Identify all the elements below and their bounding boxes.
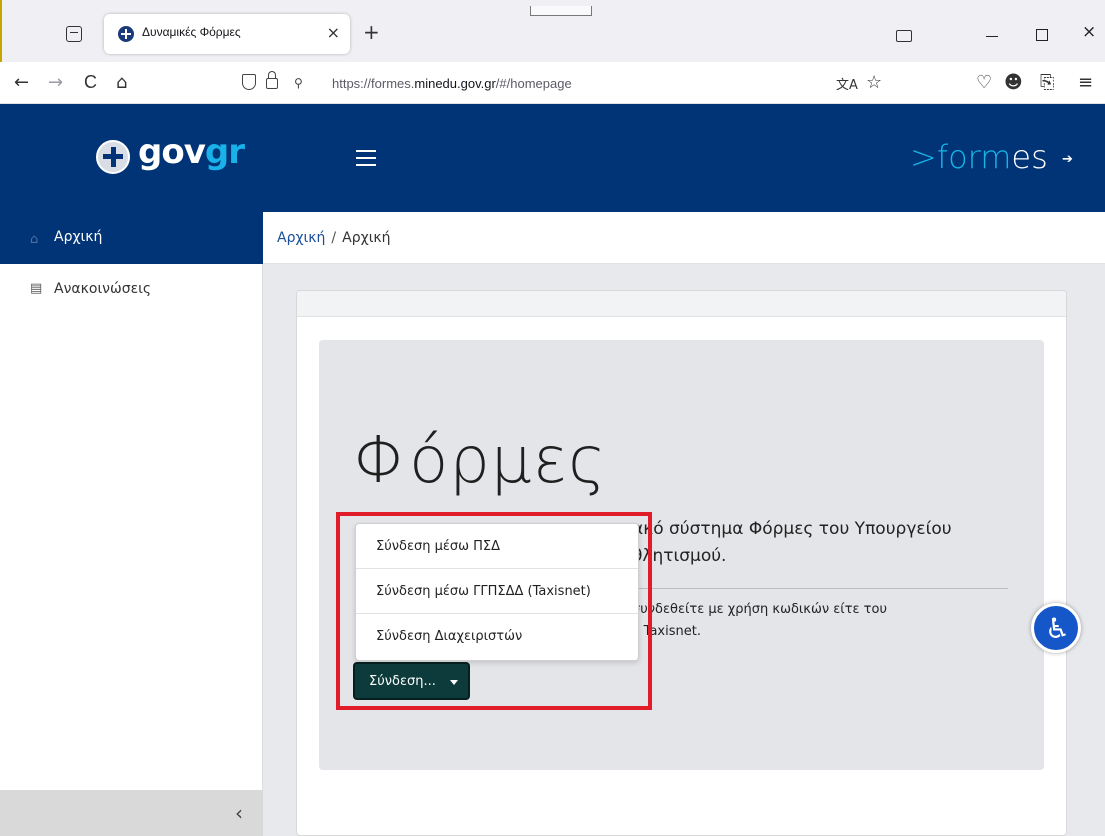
sidebar: ⌂ Αρχική ▤ Ανακοινώσεις ‹ [0,212,263,836]
description-line: συνδεθείτε με χρήση κωδικών είτε του [632,602,887,617]
url-prefix: https://formes. [332,76,415,91]
gov-gr-logo[interactable]: govgr [138,132,245,172]
book-icon: ▤ [30,281,43,296]
url-text: https://formes.minedu.gov.gr/#/homepage [332,76,572,91]
breadcrumb: Αρχική / Αρχική [277,230,391,246]
account-icon[interactable]: ☻ [1004,72,1023,93]
breadcrumb-separator: / [331,230,337,246]
sidebar-item-announcements[interactable]: ▤ Ανακοινώσεις [0,264,263,316]
formes-logo-chevron: > [910,138,937,176]
translate-icon[interactable]: 文A [836,74,858,93]
gov-logo-accent: gr [204,132,245,172]
gov-logo-main: gov [138,132,206,172]
maximize-window-button[interactable] [1036,29,1048,41]
gov-emblem-icon [96,140,130,174]
close-window-button[interactable]: × [1082,22,1096,42]
tracking-protection-icon[interactable] [242,74,256,90]
picture-in-picture-icon[interactable] [896,30,912,42]
accessibility-button[interactable]: ♿ [1031,603,1081,653]
site-favicon-icon [118,26,134,42]
extensions-icon[interactable]: ⎘ [1040,72,1054,93]
formes-logo-rm: rm [967,138,1012,176]
divider [636,588,1008,589]
chevron-left-icon: ‹ [235,801,243,825]
lock-icon[interactable] [266,71,278,89]
sidebar-item-home[interactable]: ⌂ Αρχική [0,212,263,264]
app-menu-icon[interactable]: ≡ [1078,72,1093,93]
tab-list-icon[interactable] [66,26,82,42]
address-bar[interactable]: ⚲ https://formes.minedu.gov.gr/#/homepag… [232,66,884,100]
lead-text-line: ακό σύστημα Φόρμες του Υπουργείου [632,519,952,539]
menu-toggle-icon[interactable] [356,150,376,166]
browser-nav-bar: ← → C ⌂ ⚲ https://formes.minedu.gov.gr/#… [0,62,1105,104]
url-path: /#/homepage [495,76,572,91]
tab-title: Δυναμικές Φόρμες [142,25,241,39]
browser-tab-active[interactable]: Δυναμικές Φόρμες × [104,14,350,54]
red-highlight-annotation [336,512,652,710]
forward-button[interactable]: → [48,72,63,93]
pocket-icon[interactable]: ♡ [976,72,992,93]
formes-logo-fo: fo [936,138,968,176]
home-icon: ⌂ [30,232,39,247]
sidebar-collapse-button[interactable]: ‹ [0,790,263,836]
card-header [297,291,1066,317]
breadcrumb-current: Αρχική [342,230,391,246]
browser-tab-bar: Δυναμικές Φόρμες × + × [0,0,1105,62]
window-edge [0,0,2,62]
formes-logo-es: es [1011,138,1048,176]
tab-close-icon[interactable]: × [327,23,340,42]
page-title: Φόρμες [353,424,607,498]
url-domain: minedu.gov.gr [414,76,496,91]
back-button[interactable]: ← [14,72,29,93]
new-tab-button[interactable]: + [363,20,380,44]
window-drag-handle[interactable] [530,6,592,16]
accessibility-icon: ♿ [1045,612,1071,645]
site-header: govgr >formes ➔ [0,104,1105,212]
breadcrumb-link-home[interactable]: Αρχική [277,230,325,246]
sign-in-icon[interactable]: ➔ [1062,152,1073,167]
formes-logo[interactable]: >formes [910,138,1048,176]
reload-button[interactable]: C [84,72,97,93]
home-button[interactable]: ⌂ [116,72,127,93]
sidebar-item-label: Αρχική [54,229,103,245]
minimize-window-button[interactable] [986,36,998,38]
sidebar-item-label: Ανακοινώσεις [54,281,152,297]
permissions-icon[interactable]: ⚲ [294,76,303,90]
breadcrumb-bar: Αρχική / Αρχική [263,212,1105,264]
bookmark-star-icon[interactable]: ☆ [866,72,882,93]
